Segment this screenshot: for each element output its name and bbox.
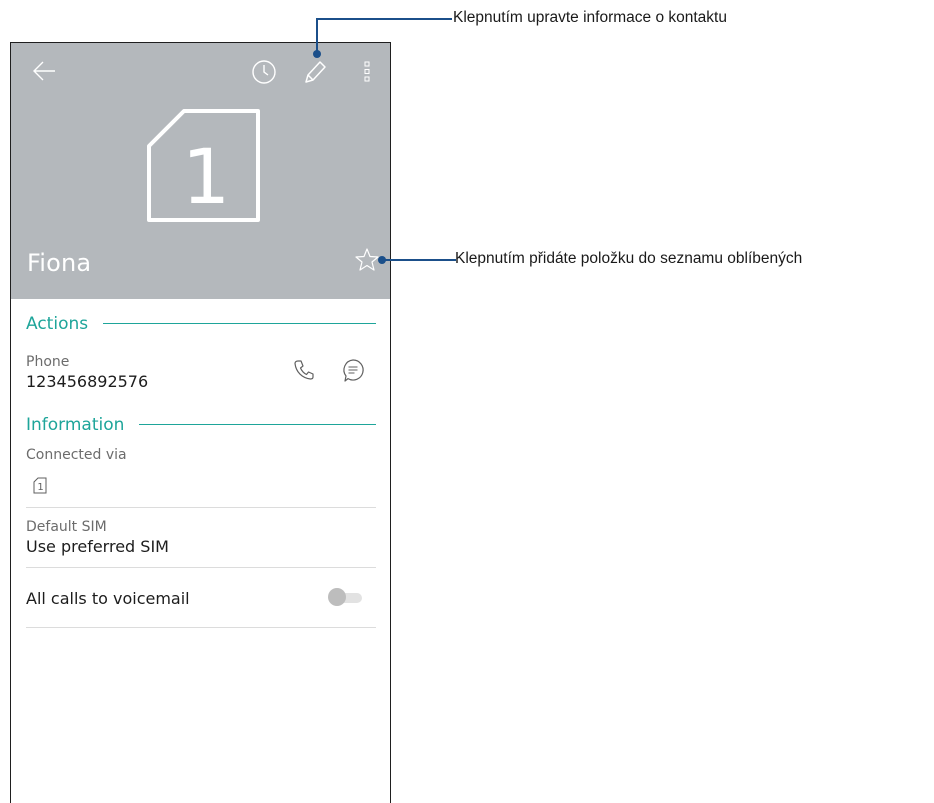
actions-section-title: Actions (26, 314, 89, 334)
favorite-callout-text: Klepnutím přidáte položku do seznamu obl… (455, 250, 803, 267)
favorite-star-icon[interactable] (354, 247, 380, 271)
back-arrow-icon[interactable] (31, 59, 57, 83)
favorite-callout-line (381, 259, 456, 261)
default-sim-value: Use preferred SIM (26, 537, 169, 556)
divider (26, 567, 376, 568)
edit-callout-line-vertical (316, 18, 318, 53)
edit-callout-line-horizontal (316, 18, 452, 20)
edit-pencil-icon[interactable] (302, 58, 328, 86)
divider (26, 627, 376, 628)
more-menu-icon[interactable] (362, 61, 372, 83)
contact-header: 1 Fiona (11, 43, 390, 299)
default-sim-label: Default SIM (26, 519, 107, 535)
contact-name: Fiona (27, 249, 92, 277)
svg-text:1: 1 (37, 482, 43, 493)
information-section-title: Information (26, 415, 125, 435)
voicemail-toggle[interactable] (328, 588, 364, 606)
divider (26, 507, 376, 508)
actions-section-divider (103, 323, 376, 324)
sim-number: 1 (182, 132, 230, 221)
phone-number: 123456892576 (26, 372, 149, 391)
information-section-divider (139, 424, 376, 425)
edit-callout-text: Klepnutím upravte informace o kontaktu (453, 9, 727, 26)
call-icon[interactable] (293, 359, 315, 381)
connected-via-label: Connected via (26, 447, 127, 463)
edit-callout-dot (313, 50, 321, 58)
message-icon[interactable] (341, 358, 365, 384)
voicemail-label: All calls to voicemail (26, 589, 190, 608)
toggle-thumb (328, 588, 346, 606)
sim-card-icon: 1 (146, 108, 262, 223)
history-icon[interactable] (251, 59, 277, 85)
favorite-callout-dot (378, 256, 386, 264)
phone-label: Phone (26, 354, 70, 370)
sim1-icon: 1 (33, 477, 47, 494)
phone-screen: 1 Fiona Actions Phone 123456892576 Infor… (10, 42, 391, 803)
